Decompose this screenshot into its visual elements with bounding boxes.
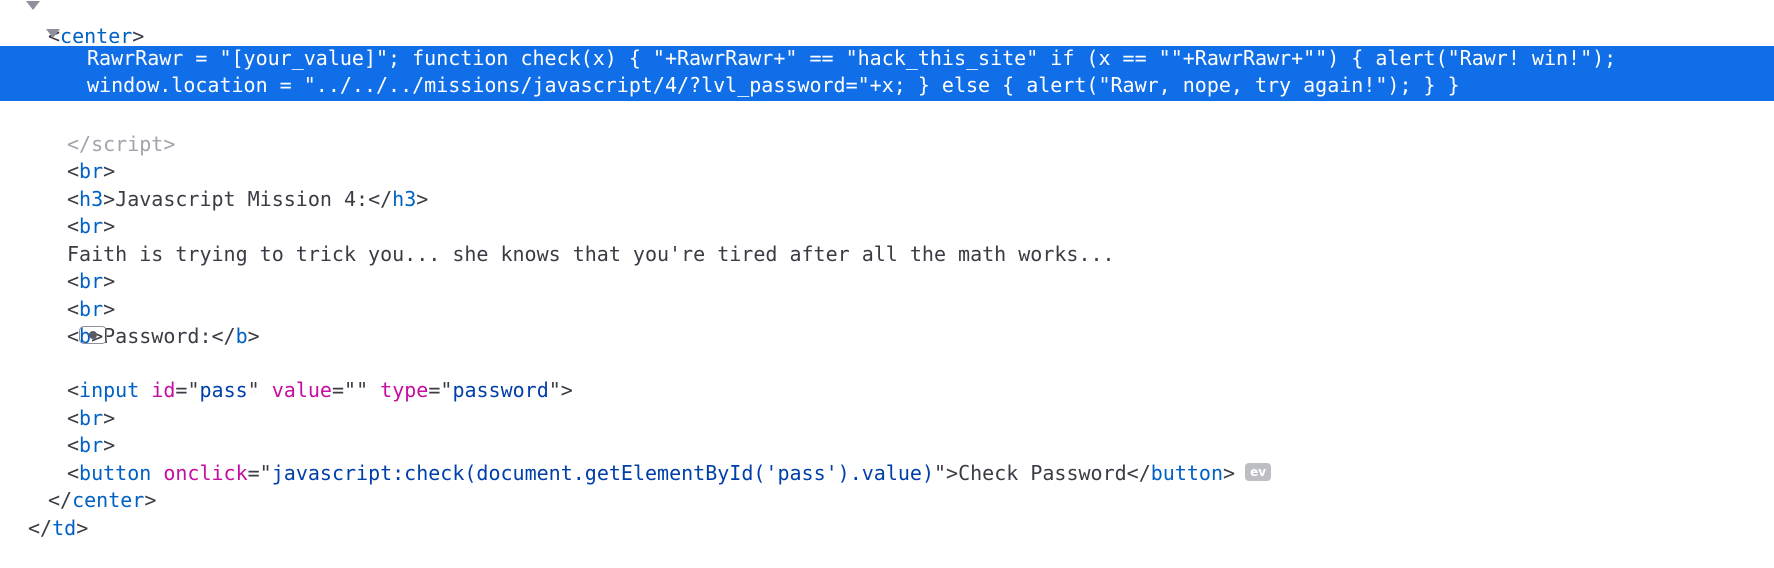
node-br[interactable]: <br> <box>0 263 1774 321</box>
expand-toggle-icon[interactable] <box>26 1 40 10</box>
expand-toggle-icon[interactable] <box>46 28 60 38</box>
node-br[interactable]: <br> <box>0 236 1774 293</box>
node-script-open[interactable]: <script language="Javascript"> <box>0 18 1774 75</box>
node-script-content-selected[interactable]: RawrRawr = "[your_value]"; function chec… <box>0 46 1774 101</box>
node-center-close[interactable]: </center> <box>0 455 1774 512</box>
node-input[interactable]: <input id="pass" value="" type="password… <box>0 345 1774 402</box>
script-text-line-2: window.location = "../../../missions/jav… <box>87 73 1460 98</box>
node-button[interactable]: <button onclick="javascript:check(docume… <box>0 427 1774 485</box>
node-td-close[interactable]: </td> <box>0 482 1774 540</box>
node-h3[interactable]: <h3>Javascript Mission 4:</h3> <box>0 153 1774 211</box>
node-b[interactable]: <b>Password:</b> <box>0 291 1774 348</box>
node-script-close[interactable]: </script> <box>0 98 1774 156</box>
node-br[interactable]: <br> <box>0 126 1774 183</box>
script-text-line-1: RawrRawr = "[your_value]"; function chec… <box>87 46 1617 70</box>
node-br[interactable]: <br> <box>0 181 1774 238</box>
node-br[interactable]: <br> <box>0 372 1774 430</box>
node-br[interactable]: <br> <box>0 400 1774 457</box>
node-text[interactable]: Faith is trying to trick you... she know… <box>0 208 1774 266</box>
td-close-tag: </td> <box>28 515 89 540</box>
